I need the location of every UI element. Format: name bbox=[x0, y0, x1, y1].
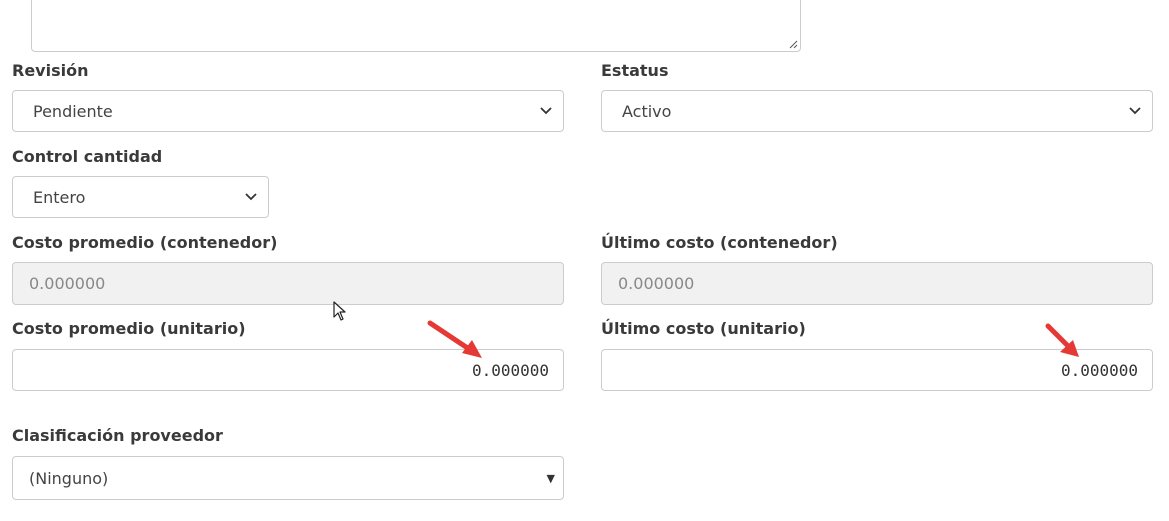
revision-select[interactable]: Pendiente bbox=[12, 90, 564, 132]
ultimo-costo-contenedor-field: 0.000000 bbox=[601, 262, 1153, 305]
costo-promedio-contenedor-field: 0.000000 bbox=[12, 262, 564, 305]
revision-label: Revisión bbox=[12, 61, 89, 80]
chevron-down-icon bbox=[539, 104, 553, 118]
red-arrow-icon bbox=[1045, 323, 1079, 357]
ultimo-costo-contenedor-label: Último costo (contenedor) bbox=[601, 233, 838, 252]
chevron-down-icon bbox=[244, 190, 258, 204]
clasificacion-proveedor-select[interactable]: (Ninguno) ▼ bbox=[12, 456, 564, 500]
chevron-down-icon bbox=[1128, 104, 1142, 118]
estatus-select[interactable]: Activo bbox=[601, 90, 1153, 132]
ultimo-costo-contenedor-value: 0.000000 bbox=[618, 274, 695, 293]
clasificacion-proveedor-label: Clasificación proveedor bbox=[12, 426, 223, 445]
revision-value: Pendiente bbox=[33, 101, 113, 121]
costo-promedio-unitario-label: Costo promedio (unitario) bbox=[12, 319, 246, 338]
estatus-value: Activo bbox=[622, 101, 672, 121]
ultimo-costo-unitario-value: 0.000000 bbox=[1060, 360, 1138, 380]
red-arrow-icon bbox=[427, 320, 482, 358]
control-cantidad-value: Entero bbox=[33, 187, 86, 207]
mouse-pointer-icon bbox=[333, 301, 346, 321]
description-textarea[interactable] bbox=[31, 0, 801, 52]
control-cantidad-select[interactable]: Entero bbox=[12, 176, 269, 218]
resize-grip-icon[interactable] bbox=[788, 39, 798, 49]
ultimo-costo-unitario-label: Último costo (unitario) bbox=[601, 319, 806, 338]
control-cantidad-label: Control cantidad bbox=[12, 147, 163, 166]
clasificacion-proveedor-value: (Ninguno) bbox=[29, 468, 109, 488]
estatus-label: Estatus bbox=[601, 61, 669, 80]
costo-promedio-contenedor-label: Costo promedio (contenedor) bbox=[12, 233, 278, 252]
caret-down-icon: ▼ bbox=[546, 471, 555, 485]
costo-promedio-contenedor-value: 0.000000 bbox=[29, 274, 106, 293]
